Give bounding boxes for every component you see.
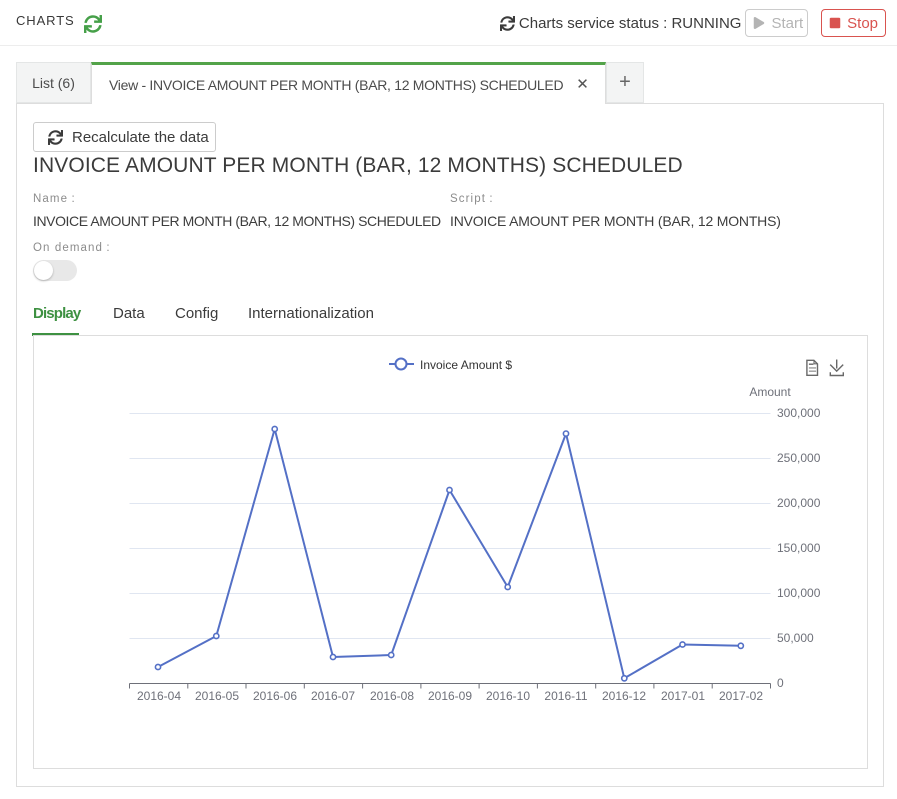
- svg-text:Invoice Amount $: Invoice Amount $: [420, 358, 512, 372]
- svg-text:2017-02: 2017-02: [719, 689, 763, 703]
- svg-text:0: 0: [777, 676, 784, 690]
- svg-text:200,000: 200,000: [777, 496, 821, 510]
- svg-text:150,000: 150,000: [777, 541, 821, 555]
- svg-text:2016-11: 2016-11: [544, 689, 587, 703]
- svg-text:2017-01: 2017-01: [661, 689, 705, 703]
- svg-text:300,000: 300,000: [777, 406, 821, 420]
- svg-text:250,000: 250,000: [777, 451, 821, 465]
- svg-text:2016-06: 2016-06: [253, 689, 297, 703]
- svg-text:2016-10: 2016-10: [486, 689, 530, 703]
- svg-text:100,000: 100,000: [777, 586, 821, 600]
- svg-text:2016-09: 2016-09: [428, 689, 472, 703]
- svg-text:Amount: Amount: [749, 385, 791, 399]
- svg-text:2016-12: 2016-12: [602, 689, 646, 703]
- svg-text:50,000: 50,000: [777, 631, 814, 645]
- svg-text:2016-04: 2016-04: [137, 689, 181, 703]
- svg-text:2016-08: 2016-08: [370, 689, 414, 703]
- svg-text:2016-05: 2016-05: [195, 689, 239, 703]
- svg-text:2016-07: 2016-07: [311, 689, 355, 703]
